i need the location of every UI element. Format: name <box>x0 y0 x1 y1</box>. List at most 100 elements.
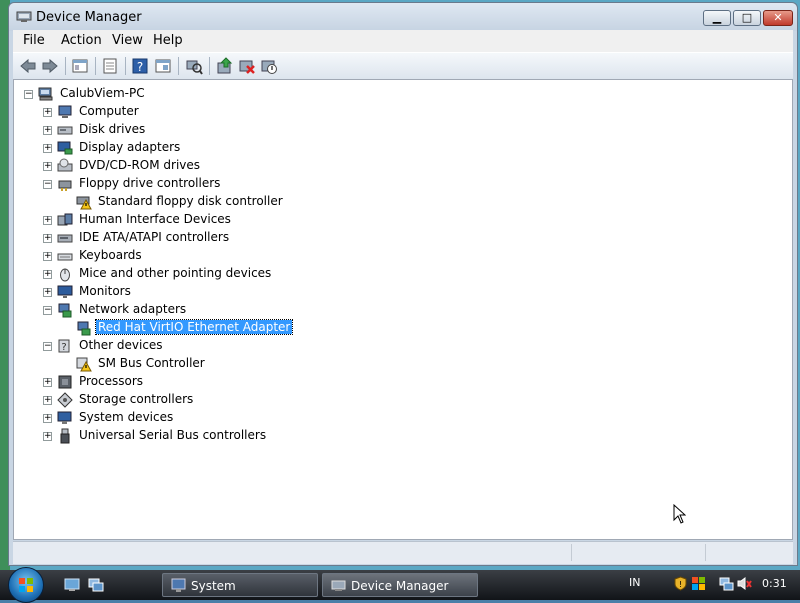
up-level-icon[interactable] <box>71 57 89 75</box>
controller-icon <box>58 180 72 191</box>
tree-item-label: IDE ATA/ATAPI controllers <box>79 230 230 244</box>
expand-icon[interactable]: + <box>43 144 52 153</box>
maximize-button[interactable]: □ <box>733 10 761 26</box>
tree-item-label: SM Bus Controller <box>98 356 205 370</box>
tree-item-system-devices[interactable]: + System devices <box>14 409 792 427</box>
tree-item-label: System devices <box>79 410 174 424</box>
expand-icon[interactable]: + <box>43 270 52 279</box>
taskbar-button-label: System <box>191 579 236 593</box>
help-icon[interactable]: ? <box>131 57 149 75</box>
toolbar-separator <box>65 57 66 75</box>
collapse-icon[interactable]: − <box>43 342 52 351</box>
device-manager-window[interactable]: Device Manager ▁ □ ✕ File Action View He… <box>8 2 798 566</box>
expand-icon[interactable]: + <box>43 108 52 117</box>
tree-item-network-adapters[interactable]: − Network adapters <box>14 301 792 319</box>
tree-item-label: Processors <box>79 374 144 388</box>
tree-item-label: Standard floppy disk controller <box>98 194 283 208</box>
system-device-icon <box>57 411 72 424</box>
tree-item-red-hat-virtio-ethernet-adapter[interactable]: Red Hat VirtIO Ethernet Adapter <box>14 319 792 337</box>
tree-item-mice[interactable]: + Mice and other pointing devices <box>14 265 792 283</box>
tree-item-label: DVD/CD-ROM drives <box>79 158 201 172</box>
tree-item-processors[interactable]: + Processors <box>14 373 792 391</box>
expand-icon[interactable]: + <box>43 378 52 387</box>
expand-icon[interactable]: + <box>43 414 52 423</box>
volume-muted-icon[interactable] <box>737 576 752 591</box>
tree-root[interactable]: − CalubViem-PC <box>14 85 792 103</box>
expand-icon[interactable]: + <box>43 288 52 297</box>
hid-icon <box>57 213 73 226</box>
tree-item-ide-ata-atapi-controllers[interactable]: + IDE ATA/ATAPI controllers <box>14 229 792 247</box>
taskbar-button-system[interactable]: System <box>162 573 318 597</box>
menu-bar: File Action View Help <box>13 30 793 52</box>
tree-item-human-interface-devices[interactable]: + Human Interface Devices <box>14 211 792 229</box>
keyboard-icon <box>57 253 73 261</box>
security-shield-icon[interactable]: ! <box>673 576 688 591</box>
status-divider <box>571 544 573 561</box>
taskbar-button-label: Device Manager <box>351 579 449 593</box>
uninstall-icon[interactable] <box>238 57 256 75</box>
tree-item-label: Computer <box>79 104 139 118</box>
system-clock[interactable]: 0:31 <box>762 577 787 590</box>
disable-icon[interactable] <box>260 57 278 75</box>
expand-icon[interactable]: + <box>43 126 52 135</box>
close-icon: ✕ <box>773 11 783 24</box>
collapse-icon[interactable]: − <box>43 306 52 315</box>
tree-item-disk-drives[interactable]: + Disk drives <box>14 121 792 139</box>
toolbar-separator <box>125 57 126 75</box>
tree-item-label: Network adapters <box>79 302 187 316</box>
tree-item-label: Red Hat VirtIO Ethernet Adapter <box>94 319 294 335</box>
menu-view[interactable]: View <box>112 33 143 48</box>
language-indicator[interactable]: IN <box>629 576 640 589</box>
dvd-drive-icon <box>57 158 73 172</box>
back-icon[interactable] <box>19 57 37 75</box>
svg-text:?: ? <box>61 342 66 353</box>
computer-icon <box>38 87 53 101</box>
network-status-icon[interactable] <box>719 576 734 591</box>
view-icon[interactable] <box>154 57 172 75</box>
menu-file[interactable]: File <box>23 33 45 48</box>
tree-item-label: Disk drives <box>79 122 146 136</box>
expand-icon[interactable]: + <box>43 216 52 225</box>
tree-item-display-adapters[interactable]: + Display adapters <box>14 139 792 157</box>
tree-item-monitors[interactable]: + Monitors <box>14 283 792 301</box>
tree-item-computer[interactable]: + Computer <box>14 103 792 121</box>
expand-icon[interactable]: + <box>43 162 52 171</box>
collapse-icon[interactable]: − <box>24 90 33 99</box>
tree-item-label: Universal Serial Bus controllers <box>79 428 267 442</box>
collapse-icon[interactable]: − <box>43 180 52 189</box>
scan-hardware-icon[interactable] <box>185 57 203 75</box>
tree-item-storage-controllers[interactable]: + Storage controllers <box>14 391 792 409</box>
expand-icon[interactable]: + <box>43 396 52 405</box>
device-tree[interactable]: − CalubViem-PC + Computer + Disk drives … <box>13 79 793 540</box>
minimize-button[interactable]: ▁ <box>703 10 731 26</box>
tree-item-usb-controllers[interactable]: + Universal Serial Bus controllers <box>14 427 792 445</box>
computer-icon <box>58 105 72 118</box>
close-button[interactable]: ✕ <box>763 10 793 26</box>
start-button[interactable] <box>8 567 44 603</box>
tree-item-floppy-drive-controllers[interactable]: − Floppy drive controllers <box>14 175 792 193</box>
update-driver-icon[interactable] <box>216 57 234 75</box>
tree-item-dvd-cdrom-drives[interactable]: + DVD/CD-ROM drives <box>14 157 792 175</box>
svg-text:!: ! <box>679 580 682 589</box>
expand-icon[interactable]: + <box>43 252 52 261</box>
expand-icon[interactable]: + <box>43 234 52 243</box>
tree-item-standard-floppy-disk-controller[interactable]: Standard floppy disk controller <box>14 193 792 211</box>
storage-controller-icon <box>57 392 73 408</box>
expand-icon[interactable]: + <box>43 432 52 441</box>
tree-item-sm-bus-controller[interactable]: SM Bus Controller <box>14 355 792 373</box>
title-bar[interactable]: Device Manager ▁ □ ✕ <box>9 3 797 31</box>
forward-icon[interactable] <box>41 57 59 75</box>
show-desktop-icon[interactable] <box>64 578 80 592</box>
switch-windows-icon[interactable] <box>88 578 104 592</box>
device-manager-icon <box>331 580 346 591</box>
tree-item-keyboards[interactable]: + Keyboards <box>14 247 792 265</box>
tree-item-other-devices[interactable]: − ? Other devices <box>14 337 792 355</box>
properties-icon[interactable] <box>101 57 119 75</box>
device-manager-icon <box>16 11 32 22</box>
menu-help[interactable]: Help <box>153 33 183 48</box>
taskbar-button-device-manager[interactable]: Device Manager <box>322 573 478 597</box>
windows-update-icon[interactable] <box>691 576 706 591</box>
menu-action[interactable]: Action <box>61 33 102 48</box>
disk-drive-icon <box>57 126 73 135</box>
unknown-device-icon: ? <box>58 339 70 353</box>
